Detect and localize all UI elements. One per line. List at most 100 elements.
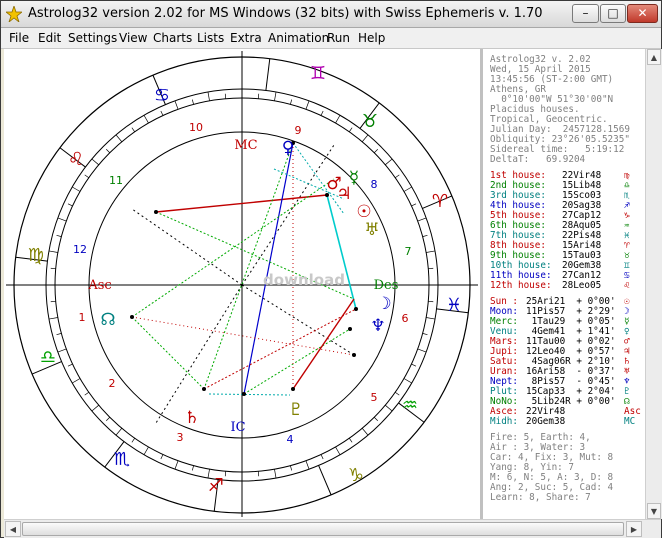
degree-tick (426, 250, 436, 253)
saturn-icon: ♄ (184, 408, 199, 428)
house-number: 4 (287, 433, 294, 446)
degree-tick (48, 250, 58, 253)
degree-tick (403, 378, 412, 384)
uranus-icon: ♅ (364, 220, 379, 240)
degree-tick (115, 428, 123, 436)
capricorn-icon: ♑ (348, 465, 364, 486)
degree-tick (174, 460, 179, 470)
menu-extra[interactable]: Extra (230, 31, 262, 45)
degree-tick (394, 174, 400, 179)
house-number: 1 (79, 311, 86, 324)
aspect-line (203, 142, 294, 390)
degree-tick (143, 446, 149, 455)
house-cusp-value: 28Leo05 (562, 280, 602, 291)
aspect-line (326, 194, 357, 310)
wheel-chart-area[interactable]: ♊ ♉ ♈ ♓ ♒ ♑ ♐ ♏ ♎ ♍ ♌ ♋ 1 2 3 4 5 6 7 8 … (4, 49, 480, 519)
menu-help[interactable]: Help (358, 31, 385, 45)
degree-tick (348, 437, 353, 443)
house-number: 5 (371, 391, 378, 404)
menu-animation[interactable]: Animation (268, 31, 329, 45)
degree-tick (274, 469, 277, 479)
degree-tick (417, 348, 427, 353)
degree-tick (305, 100, 310, 110)
planet-dots (130, 141, 358, 396)
vertical-scrollbar[interactable]: ▲ ▼ (645, 49, 662, 519)
window-title: Astrolog32 version 2.02 for MS Windows (… (28, 6, 543, 21)
natal-wheel[interactable]: ♊ ♉ ♈ ♓ ♒ ♑ ♐ ♏ ♎ ♍ ♌ ♋ 1 2 3 4 5 6 7 8 … (4, 49, 480, 519)
scroll-up-button[interactable]: ▲ (647, 49, 661, 65)
sun-icon: ☉ (356, 202, 371, 222)
degree-tick (174, 100, 179, 110)
menu-charts[interactable]: Charts (153, 31, 192, 45)
horizontal-scrollbar[interactable]: ◀ ▶ (4, 519, 661, 538)
sign-divider (265, 58, 271, 91)
aspect-line (131, 178, 335, 318)
degree-tick (191, 99, 194, 105)
house-number: 2 (109, 377, 116, 390)
degree-tick (305, 460, 310, 470)
pluto-icon: ♇ (288, 400, 303, 420)
horizontal-scroll-thumb[interactable] (22, 522, 624, 536)
scroll-right-button[interactable]: ▶ (626, 521, 642, 537)
degree-tick (411, 203, 417, 207)
menu-run[interactable]: Run (327, 31, 350, 45)
degree-tick (422, 234, 428, 237)
degree-tick (105, 416, 111, 422)
scroll-down-button[interactable]: ▼ (647, 503, 661, 519)
degree-tick (373, 416, 379, 422)
degree-tick (115, 134, 123, 142)
house-cusp-label: 12th house: (490, 280, 552, 291)
degree-tick (394, 391, 400, 396)
degree-tick (67, 203, 73, 207)
degree-tick (84, 174, 90, 179)
degree-tick (373, 148, 379, 154)
degree-tick (411, 363, 417, 367)
minimize-button[interactable]: – (572, 4, 599, 23)
degree-tick (67, 363, 73, 367)
chart-header-line: DeltaT: 69.9204 (490, 154, 586, 165)
app-window: Astrolog32 version 2.02 for MS Windows (… (0, 0, 662, 538)
leo-icon: ♌ (68, 149, 84, 170)
degree-tick (160, 454, 164, 460)
taurus-icon: ♉ (362, 111, 378, 132)
house-number: 10 (189, 121, 203, 134)
sagittarius-icon: ♐ (208, 475, 224, 496)
aspect-lines (131, 142, 357, 396)
menu-settings[interactable]: Settings (68, 31, 117, 45)
aquarius-icon: ♒ (402, 395, 418, 416)
gemini-icon: ♊ (310, 63, 326, 84)
scroll-left-button[interactable]: ◀ (5, 521, 21, 537)
close-button[interactable]: ✕ (627, 4, 658, 23)
menu-edit[interactable]: Edit (38, 31, 61, 45)
house-number: 8 (371, 178, 378, 191)
chart-info-panel: Astrolog32 v. 2.02 Wed, 15 April 2015 13:4… (484, 49, 645, 519)
degree-tick (417, 217, 427, 222)
degree-tick (290, 465, 293, 471)
astrolog-app-icon (6, 6, 22, 22)
degree-tick (57, 348, 67, 353)
maximize-button[interactable]: □ (600, 4, 626, 23)
degree-tick (57, 217, 67, 222)
degree-tick (91, 158, 99, 166)
cancer-icon: ♋ (154, 85, 170, 106)
degree-tick (72, 378, 81, 384)
degree-tick (290, 99, 293, 105)
menu-file[interactable]: File (9, 31, 29, 45)
libra-icon: ♎ (40, 347, 56, 368)
house-number: 3 (177, 431, 184, 444)
title-bar[interactable]: Astrolog32 version 2.02 for MS Windows (… (1, 1, 661, 28)
aspect-line (131, 316, 205, 390)
client-area: ♊ ♉ ♈ ♓ ♒ ♑ ♐ ♏ ♎ ♍ ♌ ♋ 1 2 3 4 5 6 7 8 … (4, 49, 662, 519)
house-number: 7 (405, 245, 412, 258)
aries-icon: ♈ (432, 191, 448, 212)
menu-lists[interactable]: Lists (197, 31, 224, 45)
degree-tick (191, 465, 194, 471)
panel-divider[interactable] (480, 49, 483, 519)
degree-tick (143, 115, 149, 124)
pisces-icon: ♓ (446, 295, 462, 316)
degree-tick (385, 404, 393, 412)
degree-tick (348, 127, 353, 133)
degree-tick (335, 446, 341, 455)
degree-tick (131, 437, 136, 443)
menu-view[interactable]: View (119, 31, 147, 45)
